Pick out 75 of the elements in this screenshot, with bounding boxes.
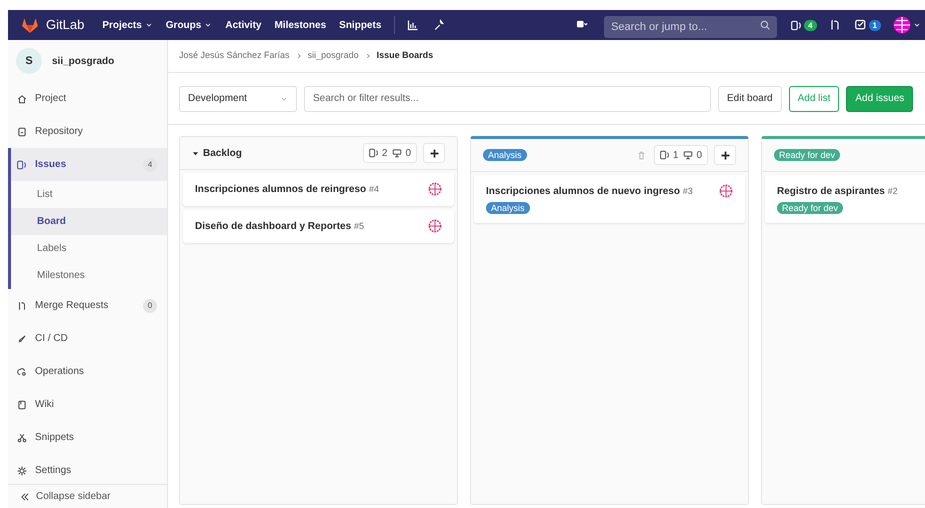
- plus-icon: [720, 150, 730, 160]
- sidebar-item[interactable]: CI / CD: [11, 322, 167, 355]
- toolbar-button[interactable]: Edit board: [718, 86, 782, 112]
- sidebar-subitem[interactable]: Milestones: [11, 262, 167, 289]
- sidebar-subitem[interactable]: Labels: [11, 235, 167, 262]
- project-name[interactable]: sii_posgrado: [52, 54, 114, 68]
- fox-logo-icon: [20, 16, 40, 34]
- count-badge: 0: [143, 298, 157, 312]
- sidebar-item[interactable]: Merge Requests 0: [11, 289, 167, 322]
- nav-link[interactable]: Projects: [102, 18, 153, 32]
- breadcrumb-link[interactable]: José Jesús Sánchez Farías: [179, 49, 290, 63]
- plus-icon: [430, 148, 438, 158]
- label-badge[interactable]: Analysis: [486, 202, 530, 214]
- list-title-toggle[interactable]: Backlog: [192, 146, 242, 160]
- collapse-sidebar-button[interactable]: Collapse sidebar: [8, 484, 167, 508]
- filter-field[interactable]: Search or filter results...: [304, 86, 711, 112]
- sidebar-item[interactable]: Operations: [11, 355, 167, 388]
- sidebar-subitem[interactable]: Board: [11, 208, 167, 235]
- nav-link[interactable]: Snippets: [339, 18, 382, 32]
- search-icon: [760, 20, 770, 30]
- issue-title[interactable]: Registro de aspirantes: [777, 186, 885, 197]
- chart-icon[interactable]: [407, 19, 420, 31]
- issue-title[interactable]: Inscripciones alumnos de nuevo ingreso: [486, 186, 680, 197]
- issue-title[interactable]: Inscripciones alumnos de reingreso: [195, 184, 366, 195]
- issue-card[interactable]: Inscripciones alumnos de reingreso #4: [183, 173, 454, 206]
- nav-link[interactable]: Activity: [225, 18, 262, 32]
- issues-icon: [368, 148, 379, 158]
- breadcrumb-link[interactable]: sii_posgrado: [308, 49, 359, 63]
- breadcrumb-link[interactable]: Issue Boards: [376, 49, 434, 63]
- nav-link[interactable]: Groups: [166, 18, 212, 32]
- issue-number: #3: [682, 186, 693, 196]
- count-badge: 4: [143, 158, 157, 172]
- issue-card[interactable]: Diseño de dashboard y Reportes #5: [183, 210, 454, 243]
- sidebar-item[interactable]: Repository: [11, 115, 167, 148]
- cloud-icon: [17, 366, 27, 376]
- todos-count-badge: 1: [868, 20, 881, 30]
- triangle-icon: [192, 150, 199, 156]
- scissors-icon: [17, 432, 27, 442]
- issue-card[interactable]: Inscripciones alumnos de nuevo ingreso #3 Analysis: [474, 175, 745, 223]
- label-badge[interactable]: Analysis: [483, 149, 527, 161]
- issues-count-badge: 4: [804, 20, 817, 30]
- issue-number: #2: [888, 186, 898, 196]
- sidebar-item[interactable]: Settings: [11, 454, 167, 484]
- sidebar-item[interactable]: Issues 4: [11, 148, 167, 181]
- sidebar-subitem[interactable]: List: [11, 181, 167, 208]
- chevron-icon: [296, 53, 302, 59]
- chevron-icon: [364, 53, 371, 59]
- count-badge: 2 0: [362, 143, 417, 163]
- gear-icon: [17, 466, 27, 476]
- board-dropdown[interactable]: Development: [179, 86, 297, 112]
- issues-icon: [660, 150, 670, 160]
- issue-number: #5: [354, 221, 364, 231]
- add-issue-button[interactable]: [423, 143, 445, 163]
- house-icon: [17, 94, 27, 104]
- merge-request-icon: [17, 300, 27, 310]
- caret-icon: [280, 94, 288, 102]
- sidebar-item[interactable]: Wiki: [11, 388, 167, 421]
- issue-number: #4: [368, 184, 379, 194]
- document-icon: [17, 126, 27, 136]
- issues-icon[interactable]: [791, 20, 802, 30]
- issue-card[interactable]: Registro de aspirantes #2 Ready for dev: [765, 175, 925, 223]
- double-chevron-icon: [20, 492, 30, 502]
- book-icon: [17, 400, 27, 410]
- count-badge: 1 0: [654, 145, 708, 165]
- sidebar-item[interactable]: Project: [11, 82, 167, 115]
- sidebar-item[interactable]: Snippets: [11, 421, 167, 454]
- letter-avatar[interactable]: S: [16, 48, 42, 74]
- add-issue-button[interactable]: [714, 145, 736, 165]
- issue-title[interactable]: Diseño de dashboard y Reportes: [195, 221, 352, 232]
- todo-check-icon[interactable]: [854, 19, 867, 31]
- nav-link[interactable]: Milestones: [274, 18, 326, 32]
- brand-name[interactable]: GitLab: [46, 15, 84, 35]
- issues-icon: [17, 160, 27, 170]
- merge-request-icon[interactable]: [828, 19, 841, 31]
- caret-icon: [913, 21, 921, 29]
